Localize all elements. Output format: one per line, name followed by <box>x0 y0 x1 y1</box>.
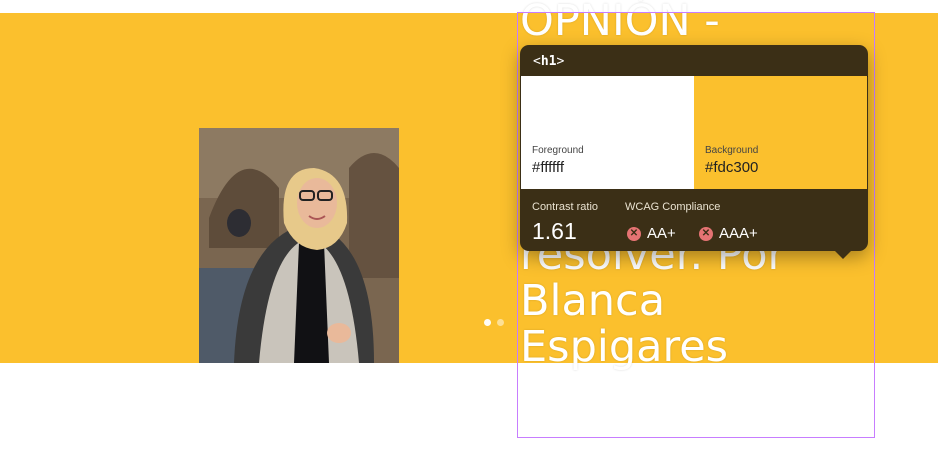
x-circle-icon: ✕ <box>627 226 641 241</box>
headline-line: Espigares <box>520 322 729 372</box>
contrast-stats: Contrast ratio 1.61 WCAG Compliance ✕ AA… <box>520 189 868 251</box>
background-value: #fdc300 <box>705 159 759 176</box>
author-photo <box>199 128 399 363</box>
aaa-label: AAA+ <box>719 225 758 242</box>
headline-line: Blanca <box>520 276 666 326</box>
contrast-inspector-tooltip: <h1> Foreground #ffffff Background #fdc3… <box>520 45 868 259</box>
tooltip-arrow <box>835 251 851 259</box>
aa-label: AA+ <box>647 225 676 242</box>
foreground-value: #ffffff <box>532 159 564 176</box>
headline-top: OPNIÓN - <box>520 0 720 46</box>
element-tag: <h1> <box>520 45 868 77</box>
wcag-label: WCAG Compliance <box>625 201 721 213</box>
color-swatches: Foreground #ffffff Background #fdc300 <box>521 76 867 189</box>
background-label: Background <box>705 145 759 156</box>
aaa-badge: ✕ AAA+ <box>699 225 758 242</box>
contrast-ratio-value: 1.61 <box>532 218 577 244</box>
headline-lines: resolver. Por Blanca Espigares <box>520 232 785 370</box>
x-circle-icon: ✕ <box>699 226 713 241</box>
carousel-dots <box>484 319 504 326</box>
aa-badge: ✕ AA+ <box>627 225 676 242</box>
foreground-label: Foreground <box>532 145 584 156</box>
tag-name: h1 <box>540 54 557 69</box>
background-swatch: Background #fdc300 <box>694 76 867 189</box>
portrait-photo-icon <box>199 128 399 363</box>
carousel-dot[interactable] <box>497 319 504 326</box>
foreground-swatch: Foreground #ffffff <box>521 76 694 189</box>
contrast-ratio-label: Contrast ratio <box>532 201 599 213</box>
carousel-dot[interactable] <box>484 319 491 326</box>
